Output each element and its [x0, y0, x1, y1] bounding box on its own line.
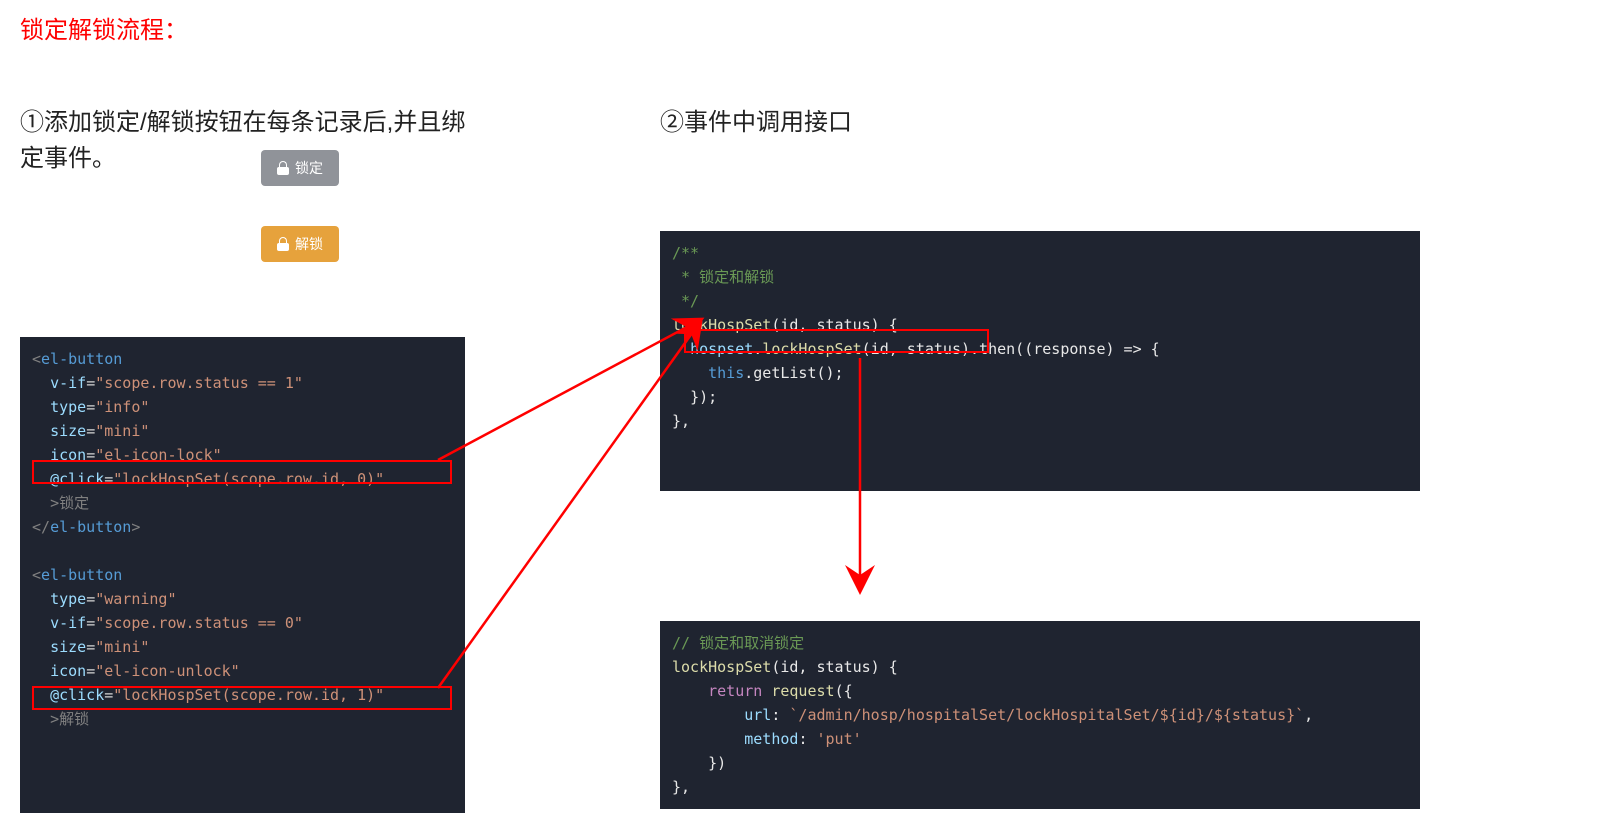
- code-template: <el-button v-if="scope.row.status == 1" …: [20, 337, 465, 813]
- lock-button-label: 锁定: [295, 158, 323, 178]
- lock-icon: [277, 161, 289, 175]
- unlock-button-demo[interactable]: 解锁: [261, 226, 339, 262]
- code-component-method: /** * 锁定和解锁 */ lockHospSet(id, status) {…: [660, 231, 1420, 491]
- button-demo: 锁定 解锁: [220, 150, 380, 262]
- page-title: 锁定解锁流程：: [20, 10, 1581, 45]
- step2-heading: ②事件中调用接口: [660, 105, 1420, 141]
- lock-button-demo[interactable]: 锁定: [261, 150, 339, 186]
- unlock-button-label: 解锁: [295, 234, 323, 254]
- unlock-icon: [277, 237, 289, 251]
- code-api-method: // 锁定和取消锁定 lockHospSet(id, status) { ret…: [660, 621, 1420, 809]
